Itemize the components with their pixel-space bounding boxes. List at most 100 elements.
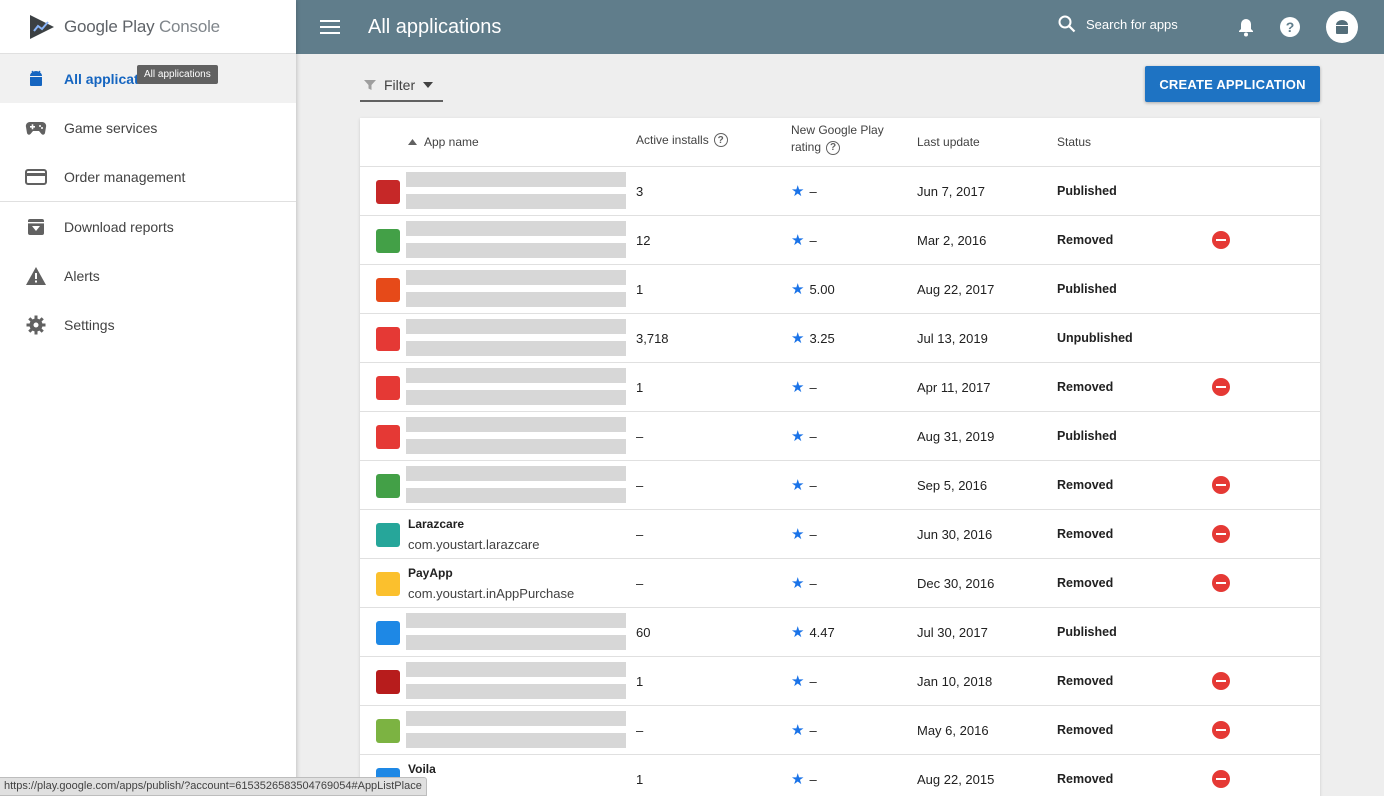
redacted-text-block <box>406 439 626 454</box>
last-update-value: Jun 30, 2016 <box>917 527 993 542</box>
table-row[interactable]: – ★ – Sep 5, 2016 Removed <box>360 461 1320 510</box>
sidebar-item-order-management[interactable]: Order management <box>0 152 296 201</box>
table-row[interactable]: 3 ★ – Jun 7, 2017 Published <box>360 167 1320 216</box>
sidebar-item-game-services[interactable]: Game services <box>0 103 296 152</box>
green-pk-icon <box>376 229 400 253</box>
star-icon: ★ <box>791 378 805 396</box>
star-icon: ★ <box>791 329 805 347</box>
rating-value: – <box>809 723 817 738</box>
status-value: Removed <box>1057 772 1114 786</box>
star-icon: ★ <box>791 280 805 298</box>
sidebar-item-settings[interactable]: Settings <box>0 300 296 349</box>
sidebar-item-label: Alerts <box>64 267 100 284</box>
status-value: Removed <box>1057 576 1114 590</box>
table-row[interactable]: – ★ – Aug 31, 2019 Published <box>360 412 1320 461</box>
table-row[interactable]: Larazcare com.youstart.larazcare – ★ – Jun 30… <box>360 510 1320 559</box>
sidebar-item-label: Game services <box>64 119 158 136</box>
last-update-value: Sep 5, 2016 <box>917 478 988 493</box>
sidebar-item-label: Download reports <box>64 218 174 235</box>
status-value: Published <box>1057 282 1117 296</box>
active-installs-value: – <box>636 527 644 542</box>
sidebar-item-download-reports[interactable]: Download reports <box>0 202 296 251</box>
rating-value: – <box>809 380 817 395</box>
q-logo-icon <box>376 621 400 645</box>
column-header-active-installs[interactable]: Active installs ? <box>636 133 728 147</box>
status-value: Removed <box>1057 674 1114 688</box>
redacted-text-block <box>406 270 626 285</box>
last-update-value: Aug 22, 2015 <box>917 772 995 787</box>
removed-indicator-icon <box>1212 770 1230 788</box>
rocket-icon <box>376 327 400 351</box>
sidebar-item-alerts[interactable]: Alerts <box>0 251 296 300</box>
sort-ascending-icon <box>408 139 417 145</box>
brand[interactable]: Google Play Console <box>0 0 296 54</box>
filter-label: Filter <box>384 77 416 93</box>
star-icon: ★ <box>791 721 805 739</box>
column-header-last-update[interactable]: Last update <box>917 135 980 149</box>
archive-download-icon <box>24 215 48 239</box>
help-circle-icon[interactable]: ? <box>826 140 841 155</box>
table-row[interactable]: 12 ★ – Mar 2, 2016 Removed <box>360 216 1320 265</box>
last-update-value: Aug 31, 2019 <box>917 429 995 444</box>
star-icon: ★ <box>791 182 805 200</box>
active-installs-value: 3 <box>636 184 644 199</box>
table-row[interactable]: Voila 1 ★ – Aug 22, 2015 Removed <box>360 755 1320 796</box>
redacted-text-block <box>406 662 626 677</box>
redacted-text-block <box>406 613 626 628</box>
active-installs-value: – <box>636 576 644 591</box>
rating-value: – <box>809 772 817 787</box>
redacted-text-block <box>406 466 626 481</box>
search-icon <box>1058 15 1076 33</box>
redacted-text-block <box>406 221 626 236</box>
table-row[interactable]: PayApp com.youstart.inAppPurchase – ★ – Dec 3… <box>360 559 1320 608</box>
redacted-text-block <box>406 417 626 432</box>
hamburger-menu-icon[interactable] <box>320 17 340 37</box>
status-value: Published <box>1057 625 1117 639</box>
table-row[interactable]: 3,718 ★ 3.25 Jul 13, 2019 Unpublished <box>360 314 1320 363</box>
table-row[interactable]: 60 ★ 4.47 Jul 30, 2017 Published <box>360 608 1320 657</box>
table-row[interactable]: 1 ★ – Apr 11, 2017 Removed <box>360 363 1320 412</box>
redacted-text-block <box>406 243 626 258</box>
notifications-bell-icon[interactable] <box>1234 15 1258 39</box>
star-icon: ★ <box>791 427 805 445</box>
rating-cell: ★ – <box>791 525 817 543</box>
column-header-status[interactable]: Status <box>1057 135 1091 149</box>
filter-dropdown[interactable]: Filter <box>360 70 443 102</box>
android-icon <box>24 67 48 91</box>
table-row[interactable]: – ★ – May 6, 2016 Removed <box>360 706 1320 755</box>
last-update-value: Jul 13, 2019 <box>917 331 988 346</box>
create-application-button[interactable]: CREATE APPLICATION <box>1145 66 1320 102</box>
android-avatar-icon <box>1336 20 1348 34</box>
larazcare-icon <box>376 523 400 547</box>
status-value: Removed <box>1057 527 1114 541</box>
table-row[interactable]: 1 ★ 5.00 Aug 22, 2017 Published <box>360 265 1320 314</box>
last-update-value: Jul 30, 2017 <box>917 625 988 640</box>
gear-icon <box>24 313 48 337</box>
table-row[interactable]: 1 ★ – Jan 10, 2018 Removed <box>360 657 1320 706</box>
star-icon: ★ <box>791 525 805 543</box>
last-update-value: Dec 30, 2016 <box>917 576 995 591</box>
svg-text:?: ? <box>1286 19 1295 35</box>
active-installs-value: 1 <box>636 380 644 395</box>
coin-icon <box>376 719 400 743</box>
table-body: 3 ★ – Jun 7, 2017 Published 12 ★ – Mar 2, 2016 Re… <box>360 167 1320 796</box>
avatar[interactable] <box>1326 11 1358 43</box>
app-name: PayApp <box>408 566 453 580</box>
column-header-rating[interactable]: New Google Play rating? <box>791 122 884 156</box>
search-placeholder: Search for apps <box>1086 16 1178 32</box>
search-input[interactable]: Search for apps <box>1058 15 1178 33</box>
last-update-value: Aug 22, 2017 <box>917 282 995 297</box>
removed-indicator-icon <box>1212 574 1230 592</box>
column-header-app-name[interactable]: App name <box>408 135 479 149</box>
gamepad-icon <box>24 116 48 140</box>
rating-cell: ★ – <box>791 576 817 592</box>
redacted-text-block <box>406 635 626 650</box>
help-icon[interactable]: ? <box>1278 15 1302 39</box>
last-update-value: Apr 11, 2017 <box>917 380 991 395</box>
active-installs-value: 12 <box>636 233 651 248</box>
help-circle-icon[interactable]: ? <box>713 133 728 147</box>
active-installs-value: – <box>636 723 644 738</box>
sidebar-item-label: All applicati <box>64 70 143 87</box>
table-header: App name Active installs ? New Google Pl… <box>360 118 1320 167</box>
rating-value: – <box>809 429 817 444</box>
